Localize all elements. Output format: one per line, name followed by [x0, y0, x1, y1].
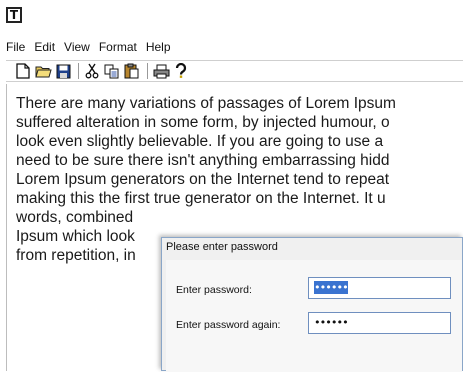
password-dialog: Please enter password Enter password: ••…	[161, 237, 463, 372]
confirm-password-label: Enter password again:	[176, 319, 281, 331]
text-line: words, combined	[16, 209, 134, 226]
text-line: There are many variations of passages of…	[16, 95, 396, 112]
text-line: need to be sure there isn't anything emb…	[16, 152, 390, 169]
menu-edit[interactable]: Edit	[34, 40, 55, 56]
paste-icon[interactable]	[123, 62, 141, 80]
copy-icon[interactable]	[103, 62, 121, 80]
menu-file[interactable]: File	[6, 40, 25, 56]
cut-icon[interactable]	[83, 62, 101, 80]
text-line: look even slightly believable. If you ar…	[16, 133, 384, 150]
toolbar-separator	[78, 63, 79, 79]
print-icon[interactable]	[152, 62, 170, 80]
toolbar	[6, 60, 463, 82]
menu-help[interactable]: Help	[146, 40, 171, 56]
text-editor-window: T File Edit View Format Help There are m…	[0, 0, 463, 372]
open-folder-icon[interactable]	[34, 62, 52, 80]
menu-bar: File Edit View Format Help	[6, 40, 180, 56]
save-icon[interactable]	[54, 62, 72, 80]
dialog-title: Please enter password	[166, 241, 278, 253]
toolbar-separator	[147, 63, 148, 79]
password-field[interactable]: ••••••	[308, 277, 451, 299]
password-label: Enter password:	[176, 284, 252, 296]
confirm-password-field[interactable]: ••••••	[308, 312, 451, 334]
help-icon[interactable]	[172, 62, 190, 80]
text-line: making this the first true generator on …	[16, 190, 386, 207]
password-field-value: ••••••	[314, 281, 349, 294]
text-line: suffered alteration in some form, by inj…	[16, 114, 390, 131]
dialog-body: Enter password: •••••• Enter password ag…	[166, 260, 462, 372]
app-icon: T	[6, 7, 22, 23]
text-line: Lorem Ipsum generators on the Internet t…	[16, 171, 390, 188]
menu-view[interactable]: View	[64, 40, 90, 56]
confirm-password-field-value: ••••••	[314, 316, 349, 329]
menu-format[interactable]: Format	[99, 40, 137, 56]
new-file-icon[interactable]	[14, 62, 32, 80]
